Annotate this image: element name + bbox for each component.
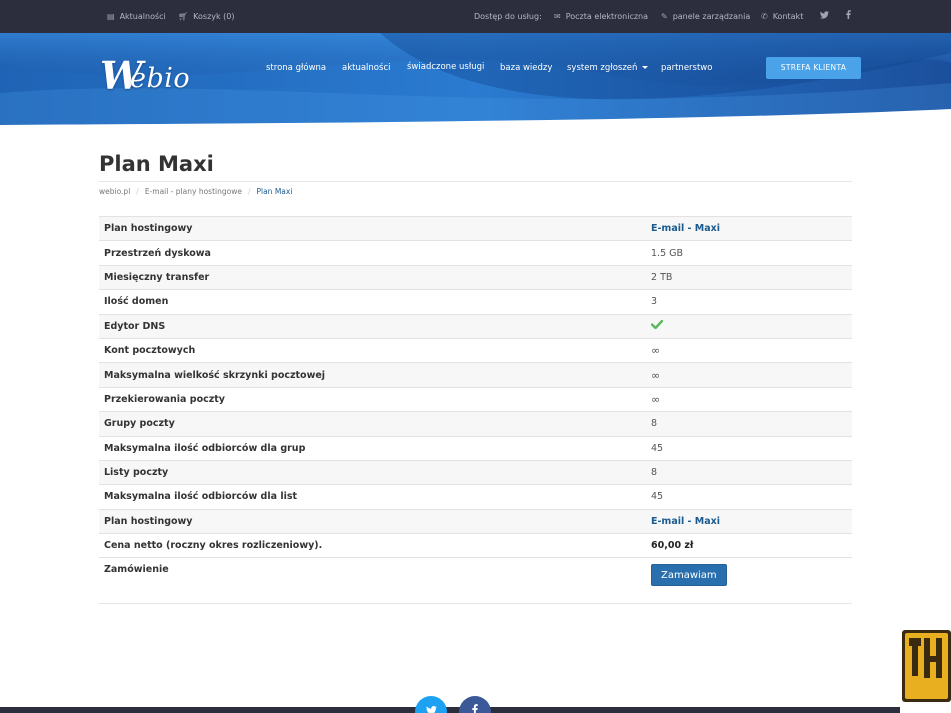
infinity-icon: ∞ (646, 362, 852, 388)
spec-value: 8 (646, 411, 852, 437)
spec-label: Przestrzeń dyskowa (99, 240, 646, 266)
spec-label: Przekierowania poczty (99, 386, 646, 412)
title-divider (99, 181, 852, 182)
table-row: Cena netto (roczny okres rozliczeniowy).… (99, 533, 852, 558)
table-row: Edytor DNS (99, 313, 852, 339)
table-row: Miesięczny transfer 2 TB (99, 264, 852, 290)
envelope-icon: ✉ (554, 12, 561, 21)
order-button[interactable]: Zamawiam (651, 564, 727, 587)
nav-partners[interactable]: partnerstwo (661, 63, 712, 73)
spec-label: Zamówienie (99, 557, 646, 605)
page-title: Plan Maxi (99, 152, 214, 176)
check-icon (651, 320, 663, 330)
phone-icon: ✆ (761, 12, 768, 21)
logo-text[interactable]: ebio (130, 63, 190, 94)
cart-icon: 🛒︎ (178, 12, 189, 21)
breadcrumb-home[interactable]: webio.pl (99, 187, 130, 196)
spec-value[interactable]: E-mail - Maxi (646, 508, 852, 534)
spec-label: Edytor DNS (99, 313, 646, 339)
spec-label: Maksymalna ilość odbiorców dla grup (99, 435, 646, 461)
breadcrumb: webio.pl / E-mail - plany hostingowe / Plan … (99, 187, 293, 196)
spec-label: Listy poczty (99, 459, 646, 485)
email-link[interactable]: ✉ Poczta elektroniczna (554, 0, 648, 33)
table-row: Zamówienie Zamawiam (99, 557, 852, 605)
infinity-icon: ∞ (646, 386, 852, 412)
spec-value (646, 313, 852, 339)
nav-news[interactable]: aktualności (342, 63, 390, 73)
spec-value: 3 (646, 289, 852, 315)
nav-tickets[interactable]: system zgłoszeń (567, 63, 649, 73)
facebook-icon[interactable] (846, 0, 851, 33)
spec-label: Plan hostingowy (99, 508, 646, 534)
spec-value: 8 (646, 459, 852, 485)
spec-value: 45 (646, 484, 852, 510)
table-row: Listy poczty 8 (99, 459, 852, 485)
top-bar: ▤ Aktualności 🛒︎ Koszyk (0) Dostęp do usłu… (0, 0, 951, 33)
infinity-icon: ∞ (646, 337, 852, 363)
table-row: Grupy poczty 8 (99, 411, 852, 437)
panels-link[interactable]: ✎ panele zarządzania (661, 0, 750, 33)
table-row: Ilość domen 3 (99, 289, 852, 315)
twitter-icon[interactable] (820, 0, 829, 33)
spec-label: Plan hostingowy (99, 215, 646, 241)
spec-label: Cena netto (roczny okres rozliczeniowy). (99, 533, 646, 558)
nav-knowledge-base[interactable]: baza wiedzy (500, 63, 552, 73)
table-row: Przekierowania poczty ∞ (99, 386, 852, 412)
spec-value: 2 TB (646, 264, 852, 290)
client-zone-button[interactable]: STREFA KLIENTA (766, 57, 861, 79)
twitter-icon[interactable] (415, 696, 447, 713)
table-row: Maksymalna wielkość skrzynki pocztowej ∞ (99, 362, 852, 388)
plan-spec-table: Plan hostingowy E-mail - Maxi Przestrzeń … (99, 215, 852, 605)
nav-home[interactable]: strona główna (266, 63, 326, 73)
site-header: W ebio strona główna aktualności świadcz… (0, 33, 951, 126)
table-row: Kont pocztowych ∞ (99, 337, 852, 363)
spec-label: Miesięczny transfer (99, 264, 646, 290)
chevron-down-icon (642, 66, 649, 69)
access-label: Dostęp do usług: (474, 12, 542, 21)
wrench-icon: ✎ (661, 12, 668, 21)
spec-label: Ilość domen (99, 289, 646, 315)
cart-link[interactable]: 🛒︎ Koszyk (0) (178, 0, 235, 33)
spec-value: 45 (646, 435, 852, 461)
spec-label: Kont pocztowych (99, 337, 646, 363)
contact-link[interactable]: ✆ Kontakt (761, 0, 803, 33)
newspaper-icon: ▤ (107, 12, 115, 21)
table-row: Plan hostingowy E-mail - Maxi (99, 508, 852, 534)
facebook-icon[interactable] (459, 696, 491, 713)
table-row: Plan hostingowy E-mail - Maxi (99, 215, 852, 241)
table-row: Maksymalna ilość odbiorców dla list 45 (99, 484, 852, 510)
spec-value[interactable]: E-mail - Maxi (646, 215, 852, 241)
watermark-logo (900, 630, 951, 713)
price-value: 60,00 zł (646, 533, 852, 558)
breadcrumb-current: Plan Maxi (256, 187, 293, 196)
table-row: Maksymalna ilość odbiorców dla grup 45 (99, 435, 852, 461)
news-link[interactable]: ▤ Aktualności (107, 0, 166, 33)
spec-value: 1.5 GB (646, 240, 852, 266)
breadcrumb-section[interactable]: E-mail - plany hostingowe (145, 187, 242, 196)
spec-label: Maksymalna wielkość skrzynki pocztowej (99, 362, 646, 388)
nav-services[interactable]: świadczone usługi (407, 62, 484, 72)
spec-label: Maksymalna ilość odbiorców dla list (99, 484, 646, 510)
spec-label: Grupy poczty (99, 411, 646, 437)
table-row: Przestrzeń dyskowa 1.5 GB (99, 240, 852, 266)
